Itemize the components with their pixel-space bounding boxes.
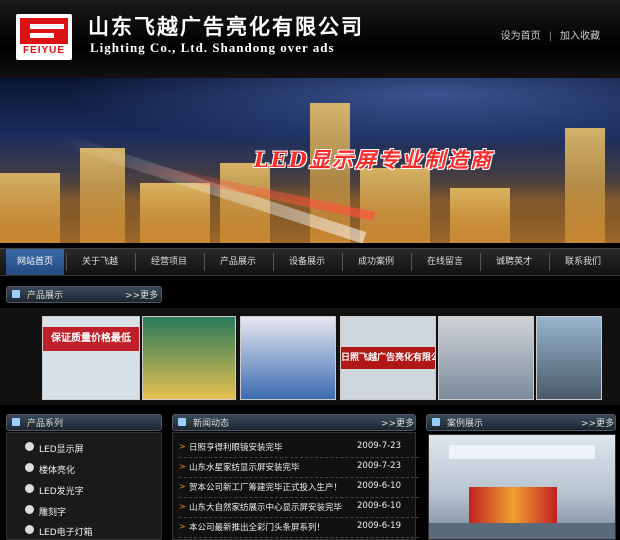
nav-divider (342, 253, 343, 271)
link-separator: | (548, 31, 552, 42)
news-more-link[interactable]: >>更多 (381, 416, 414, 429)
company-name-cn: 山东飞越广告亮化有限公司 (88, 14, 364, 39)
product-thumb[interactable] (536, 316, 602, 400)
floor (429, 523, 615, 539)
arrow-icon: > (179, 502, 186, 511)
nav-divider (273, 253, 274, 271)
news-item-date: 2009-7-23 (357, 441, 401, 451)
category-item[interactable]: LED电子灯箱 (25, 525, 93, 538)
nav-divider (411, 253, 412, 271)
news-item-title[interactable]: 山东大自然家纺展示中心显示屏安装完毕 (189, 501, 342, 513)
product-strip: 保证质量价格最低 日照飞越广告亮化有限公 (0, 308, 620, 405)
thumb-photo (439, 317, 533, 399)
company-logo[interactable]: FEIYUE (16, 14, 72, 60)
cases-more-link[interactable]: >>更多 (581, 416, 614, 429)
thumb-caption: 日照飞越广告亮化有限公 (341, 347, 435, 369)
nav-divider (135, 253, 136, 271)
top-links: 设为首页 | 加入收藏 (501, 27, 600, 42)
banner-slogan: LED显示屏专业制造商 (254, 147, 493, 172)
product-thumb[interactable]: 日照飞越广告亮化有限公 (340, 316, 436, 400)
news-item: > 日照亨得利眼镜安装完毕 2009-7-23 (179, 439, 419, 458)
news-item-title[interactable]: 日照亨得利眼镜安装完毕 (189, 441, 283, 453)
news-item: > 山东水星家纺显示屏安装完毕 2009-7-23 (179, 459, 419, 478)
news-title: 新闻动态 (193, 419, 230, 429)
nav-home[interactable]: 网站首页 (6, 249, 64, 275)
product-thumb[interactable]: 保证质量价格最低 (42, 316, 140, 400)
arrow-icon: > (179, 522, 186, 531)
nav-message[interactable]: 在线留言 (413, 249, 477, 275)
nav-contact[interactable]: 联系我们 (551, 249, 615, 275)
news-item-title[interactable]: 本公司最新推出全彩门头条屏系列！ (189, 521, 325, 533)
news-item-date: 2009-6-10 (357, 481, 401, 491)
arrow-icon: > (179, 482, 186, 491)
led-screen (469, 487, 557, 525)
nav-equipment[interactable]: 设备展示 (275, 249, 339, 275)
nav-divider (66, 253, 67, 271)
cases-title: 案例展示 (447, 419, 484, 429)
news-item: > 本公司最新推出全彩门头条屏系列！ 2009-6-19 (179, 519, 419, 538)
category-item[interactable]: 楼体亮化 (25, 463, 75, 476)
nav-divider (549, 253, 550, 271)
thumb-photo (241, 317, 335, 399)
main-nav: 网站首页 关于飞越 经营项目 产品展示 设备展示 成功案例 在线留言 诚聘英才 … (0, 248, 620, 276)
arrow-icon: > (179, 462, 186, 471)
product-showcase-header: 产品展示 >>更多 (6, 286, 162, 303)
product-showcase-more-link[interactable]: >>更多 (125, 288, 158, 301)
news-item-date: 2009-6-19 (357, 521, 401, 531)
news-list: > 日照亨得利眼镜安装完毕 2009-7-23 > 山东水星家纺显示屏安装完毕 … (172, 432, 419, 540)
logo-mark-icon (20, 18, 68, 44)
arrow-icon: > (179, 442, 186, 451)
news-item-date: 2009-6-10 (357, 501, 401, 511)
news-item: > 贺本公司新工厂筹建完毕正式投入生产！ 2009-6-10 (179, 479, 419, 498)
category-item[interactable]: LED发光字 (25, 484, 84, 497)
nav-divider (204, 253, 205, 271)
thumb-caption: 保证质量价格最低 (43, 327, 139, 351)
section-icon (12, 290, 20, 298)
bullet-icon (25, 484, 34, 493)
logo-text: FEIYUE (22, 45, 66, 56)
nav-about[interactable]: 关于飞越 (68, 249, 132, 275)
nav-cases[interactable]: 成功案例 (344, 249, 408, 275)
nav-products[interactable]: 产品展示 (206, 249, 270, 275)
ceiling-lights (449, 445, 595, 459)
company-name-en: Lighting Co., Ltd. Shandong over ads (90, 40, 335, 55)
product-thumb[interactable] (438, 316, 534, 400)
section-icon (12, 418, 20, 426)
section-icon (432, 418, 440, 426)
hero-banner: LED显示屏专业制造商 (0, 78, 620, 243)
news-item: > 山东大自然家纺展示中心显示屏安装完毕 2009-6-10 (179, 499, 419, 518)
categories-header: 产品系列 (6, 414, 162, 431)
category-item[interactable]: 雕刻字 (25, 505, 66, 518)
nav-divider (480, 253, 481, 271)
bullet-icon (25, 442, 34, 451)
case-photo[interactable] (428, 434, 616, 540)
set-homepage-link[interactable]: 设为首页 (501, 31, 541, 42)
thumb-photo (143, 317, 235, 399)
thumb-photo (537, 317, 601, 399)
header: FEIYUE 山东飞越广告亮化有限公司 Lighting Co., Ltd. S… (0, 0, 620, 78)
cases-header: 案例展示 >>更多 (426, 414, 616, 431)
bullet-icon (25, 525, 34, 534)
category-item[interactable]: LED显示屏 (25, 442, 84, 455)
bullet-icon (25, 505, 34, 514)
add-favorite-link[interactable]: 加入收藏 (560, 31, 600, 42)
product-showcase-title: 产品展示 (27, 291, 64, 301)
categories-title: 产品系列 (27, 419, 64, 429)
categories-list: LED显示屏 楼体亮化 LED发光字 雕刻字 LED电子灯箱 (6, 432, 162, 540)
nav-jobs[interactable]: 诚聘英才 (482, 249, 546, 275)
news-item-date: 2009-7-23 (357, 461, 401, 471)
bullet-icon (25, 463, 34, 472)
product-thumb[interactable] (240, 316, 336, 400)
news-item-title[interactable]: 山东水星家纺显示屏安装完毕 (189, 461, 300, 473)
news-header: 新闻动态 >>更多 (172, 414, 416, 431)
news-item-title[interactable]: 贺本公司新工厂筹建完毕正式投入生产！ (189, 481, 342, 493)
product-thumb[interactable] (142, 316, 236, 400)
nav-business[interactable]: 经营项目 (137, 249, 201, 275)
section-icon (178, 418, 186, 426)
